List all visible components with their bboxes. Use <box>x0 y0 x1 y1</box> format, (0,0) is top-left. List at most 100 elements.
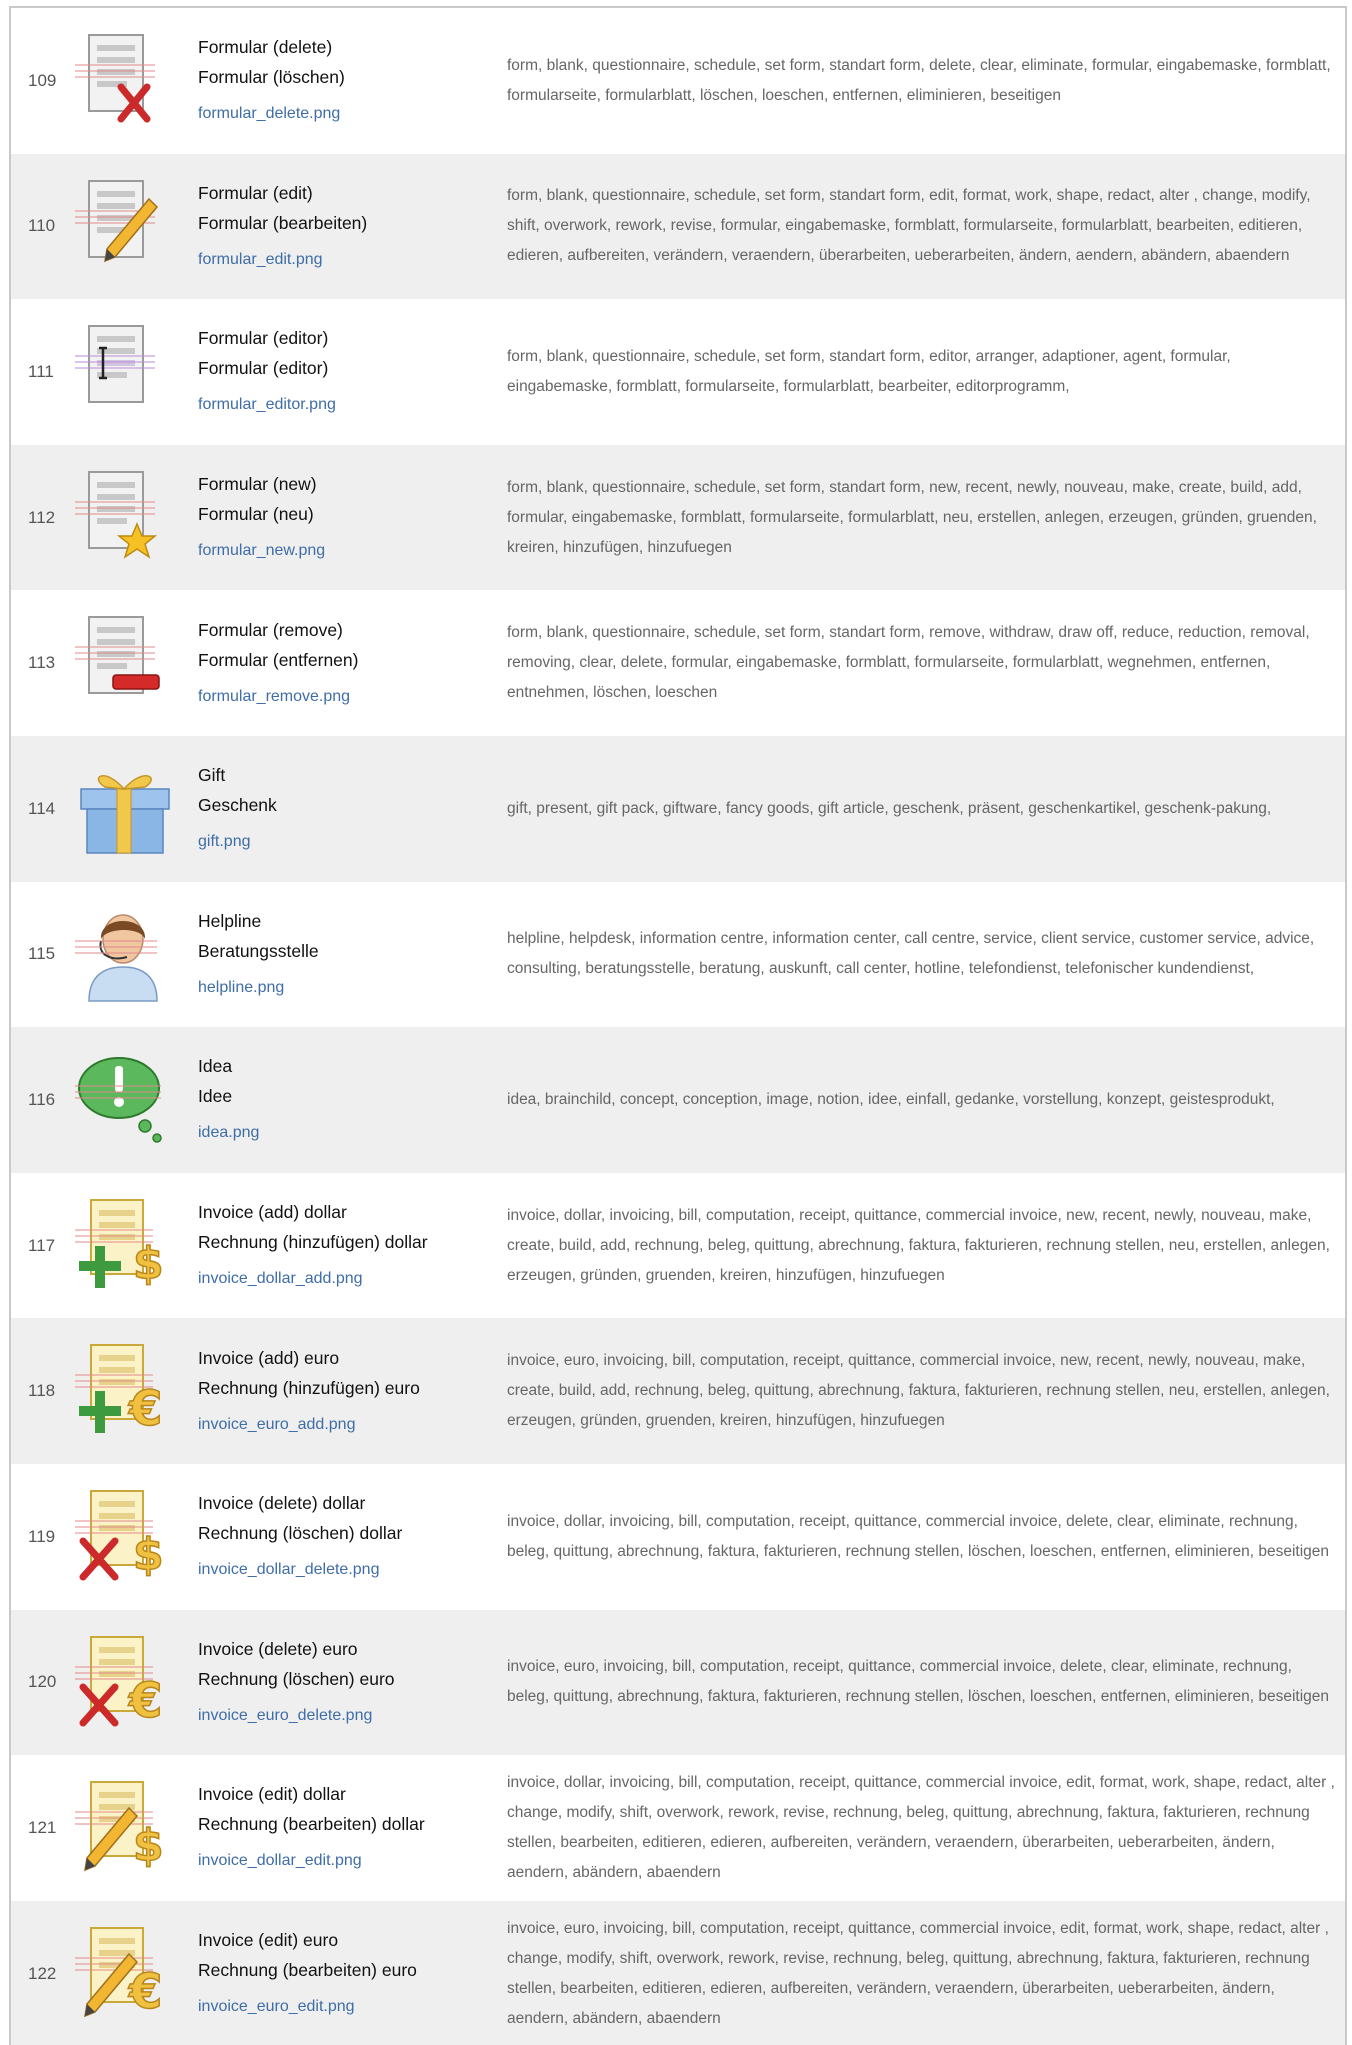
row-number: 117 <box>28 1235 56 1255</box>
filename-link[interactable]: idea.png <box>198 1118 259 1148</box>
table-row: 122 € Invoice (edit) euro Rechnung (bear… <box>11 1900 1345 2045</box>
invoice-euro-add-icon: € <box>75 1341 185 1441</box>
name-english: Invoice (edit) dollar <box>198 1784 346 1805</box>
name-german: Rechnung (löschen) euro <box>198 1668 395 1689</box>
svg-text:$: $ <box>133 1238 164 1289</box>
filename-link[interactable]: invoice_euro_add.png <box>198 1410 420 1440</box>
row-number: 112 <box>28 507 56 527</box>
table-row: 117 $ Invoice (add) dollar Rechnung (hin… <box>11 1172 1345 1319</box>
name-german: Beratungsstelle <box>198 940 319 961</box>
svg-text:€: € <box>128 1673 162 1729</box>
table-row: 120 € Invoice (delete) euro Rechnung (lö… <box>11 1609 1345 1756</box>
filename-link[interactable]: invoice_dollar_add.png <box>198 1264 428 1294</box>
name-german: Formular (entfernen) <box>198 649 359 670</box>
keywords: form, blank, questionnaire, schedule, se… <box>507 478 1317 556</box>
filename-link[interactable]: invoice_dollar_edit.png <box>198 1846 425 1876</box>
invoice-dollar-delete-icon: $ <box>75 1487 185 1587</box>
row-number: 109 <box>28 70 57 90</box>
keywords: form, blank, questionnaire, schedule, se… <box>507 347 1231 395</box>
name-english: Invoice (add) euro <box>198 1347 340 1368</box>
filename-link[interactable]: formular_remove.png <box>198 682 358 712</box>
filename-link[interactable]: invoice_euro_delete.png <box>198 1701 395 1731</box>
name-german: Formular (bearbeiten) <box>198 212 368 233</box>
keywords: invoice, dollar, invoicing, bill, comput… <box>507 1512 1330 1560</box>
name-english: Formular (new) <box>198 474 317 495</box>
name-german: Rechnung (hinzufügen) dollar <box>198 1232 428 1253</box>
filename-link[interactable]: formular_delete.png <box>198 99 345 129</box>
name-german: Geschenk <box>198 795 277 816</box>
row-number: 120 <box>28 1672 57 1692</box>
form-remove-icon <box>75 613 185 713</box>
keywords: gift, present, gift pack, giftware, fanc… <box>507 799 1272 817</box>
svg-text:€: € <box>128 1964 162 2020</box>
row-number: 111 <box>28 361 54 381</box>
gift-icon <box>75 759 185 859</box>
name-german: Idee <box>198 1086 233 1107</box>
table-row: 110 Formular (edit) Formular (bearbeiten… <box>11 153 1345 300</box>
svg-text:$: $ <box>133 1529 164 1580</box>
row-number: 115 <box>28 944 56 964</box>
filename-link[interactable]: invoice_euro_edit.png <box>198 1992 417 2022</box>
invoice-dollar-edit-icon: $ <box>75 1778 185 1878</box>
table-row: 113 Formular (remove) Formular (entferne… <box>11 590 1345 736</box>
row-number: 116 <box>28 1089 56 1109</box>
table-row: 114 Gift Geschenk gift.png gift, present… <box>11 735 1345 882</box>
row-number: 121 <box>28 1817 57 1837</box>
filename-link[interactable]: helpline.png <box>198 973 319 1003</box>
table-row: 112 Formular (new) Formular (neu) formul… <box>11 444 1345 591</box>
filename-link[interactable]: invoice_dollar_delete.png <box>198 1555 402 1585</box>
table-row: 115 Helpline Beratungsstelle helpline.pn… <box>11 881 1345 1028</box>
name-german: Rechnung (bearbeiten) dollar <box>198 1814 425 1835</box>
name-english: Idea <box>198 1056 233 1077</box>
keywords: invoice, euro, invoicing, bill, computat… <box>507 1658 1330 1706</box>
invoice-euro-edit-icon: € <box>75 1924 185 2024</box>
name-english: Formular (edit) <box>198 182 313 203</box>
row-number: 113 <box>28 653 56 673</box>
name-english: Invoice (edit) euro <box>198 1930 339 1951</box>
invoice-dollar-add-icon: $ <box>75 1196 185 1296</box>
icon-catalog-table: 109 Formular (delete) Formular (löschen)… <box>9 6 1347 2045</box>
keywords: invoice, euro, invoicing, bill, computat… <box>507 1352 1330 1430</box>
table-row: 109 Formular (delete) Formular (löschen)… <box>11 8 1345 154</box>
name-german: Formular (löschen) <box>198 67 345 88</box>
helpline-icon <box>75 905 185 1005</box>
name-english: Formular (delete) <box>198 37 333 58</box>
table-row: 116 Idea Idee idea.png idea, brainchild,… <box>11 1027 1345 1173</box>
filename-link[interactable]: formular_editor.png <box>198 390 336 420</box>
svg-text:$: $ <box>133 1820 164 1871</box>
filename-link[interactable]: formular_new.png <box>198 536 325 566</box>
idea-icon <box>75 1050 185 1150</box>
keywords: invoice, euro, invoicing, bill, computat… <box>507 1919 1329 2027</box>
keywords: idea, brainchild, concept, conception, i… <box>507 1090 1275 1108</box>
table-row: 111 Formular (editor) Formular (editor) … <box>11 299 1345 445</box>
table-row: 121 $ Invoice (edit) dollar Rechnung (be… <box>11 1755 1345 1901</box>
name-german: Rechnung (löschen) dollar <box>198 1523 403 1544</box>
keywords: invoice, dollar, invoicing, bill, comput… <box>507 1206 1330 1284</box>
table-row: 119 $ Invoice (delete) dollar Rechnung (… <box>11 1463 1345 1610</box>
row-number: 122 <box>28 1963 57 1983</box>
name-german: Formular (neu) <box>198 504 314 525</box>
table-row: 118 € Invoice (add) euro Rechnung (hinzu… <box>11 1318 1345 1464</box>
keywords: helpline, helpdesk, information centre, … <box>507 930 1315 978</box>
name-english: Gift <box>198 765 226 786</box>
name-german: Formular (editor) <box>198 358 329 379</box>
row-number: 119 <box>28 1526 56 1546</box>
keywords: form, blank, questionnaire, schedule, se… <box>507 187 1311 265</box>
svg-text:€: € <box>128 1381 162 1437</box>
name-english: Invoice (add) dollar <box>198 1202 347 1223</box>
form-editor-icon <box>75 322 185 422</box>
form-edit-icon <box>75 177 185 277</box>
invoice-euro-delete-icon: € <box>75 1633 185 1733</box>
filename-link[interactable]: formular_edit.png <box>198 245 367 275</box>
filename-link[interactable]: gift.png <box>198 827 277 857</box>
row-number: 118 <box>28 1381 56 1401</box>
keywords: form, blank, questionnaire, schedule, se… <box>507 624 1310 702</box>
keywords: invoice, dollar, invoicing, bill, comput… <box>507 1773 1335 1881</box>
name-english: Formular (remove) <box>198 619 343 640</box>
name-german: Rechnung (bearbeiten) euro <box>198 1960 417 1981</box>
name-english: Helpline <box>198 910 262 931</box>
form-delete-icon <box>75 31 185 131</box>
row-number: 114 <box>28 798 56 818</box>
row-number: 110 <box>28 216 56 236</box>
name-english: Invoice (delete) dollar <box>198 1493 366 1514</box>
